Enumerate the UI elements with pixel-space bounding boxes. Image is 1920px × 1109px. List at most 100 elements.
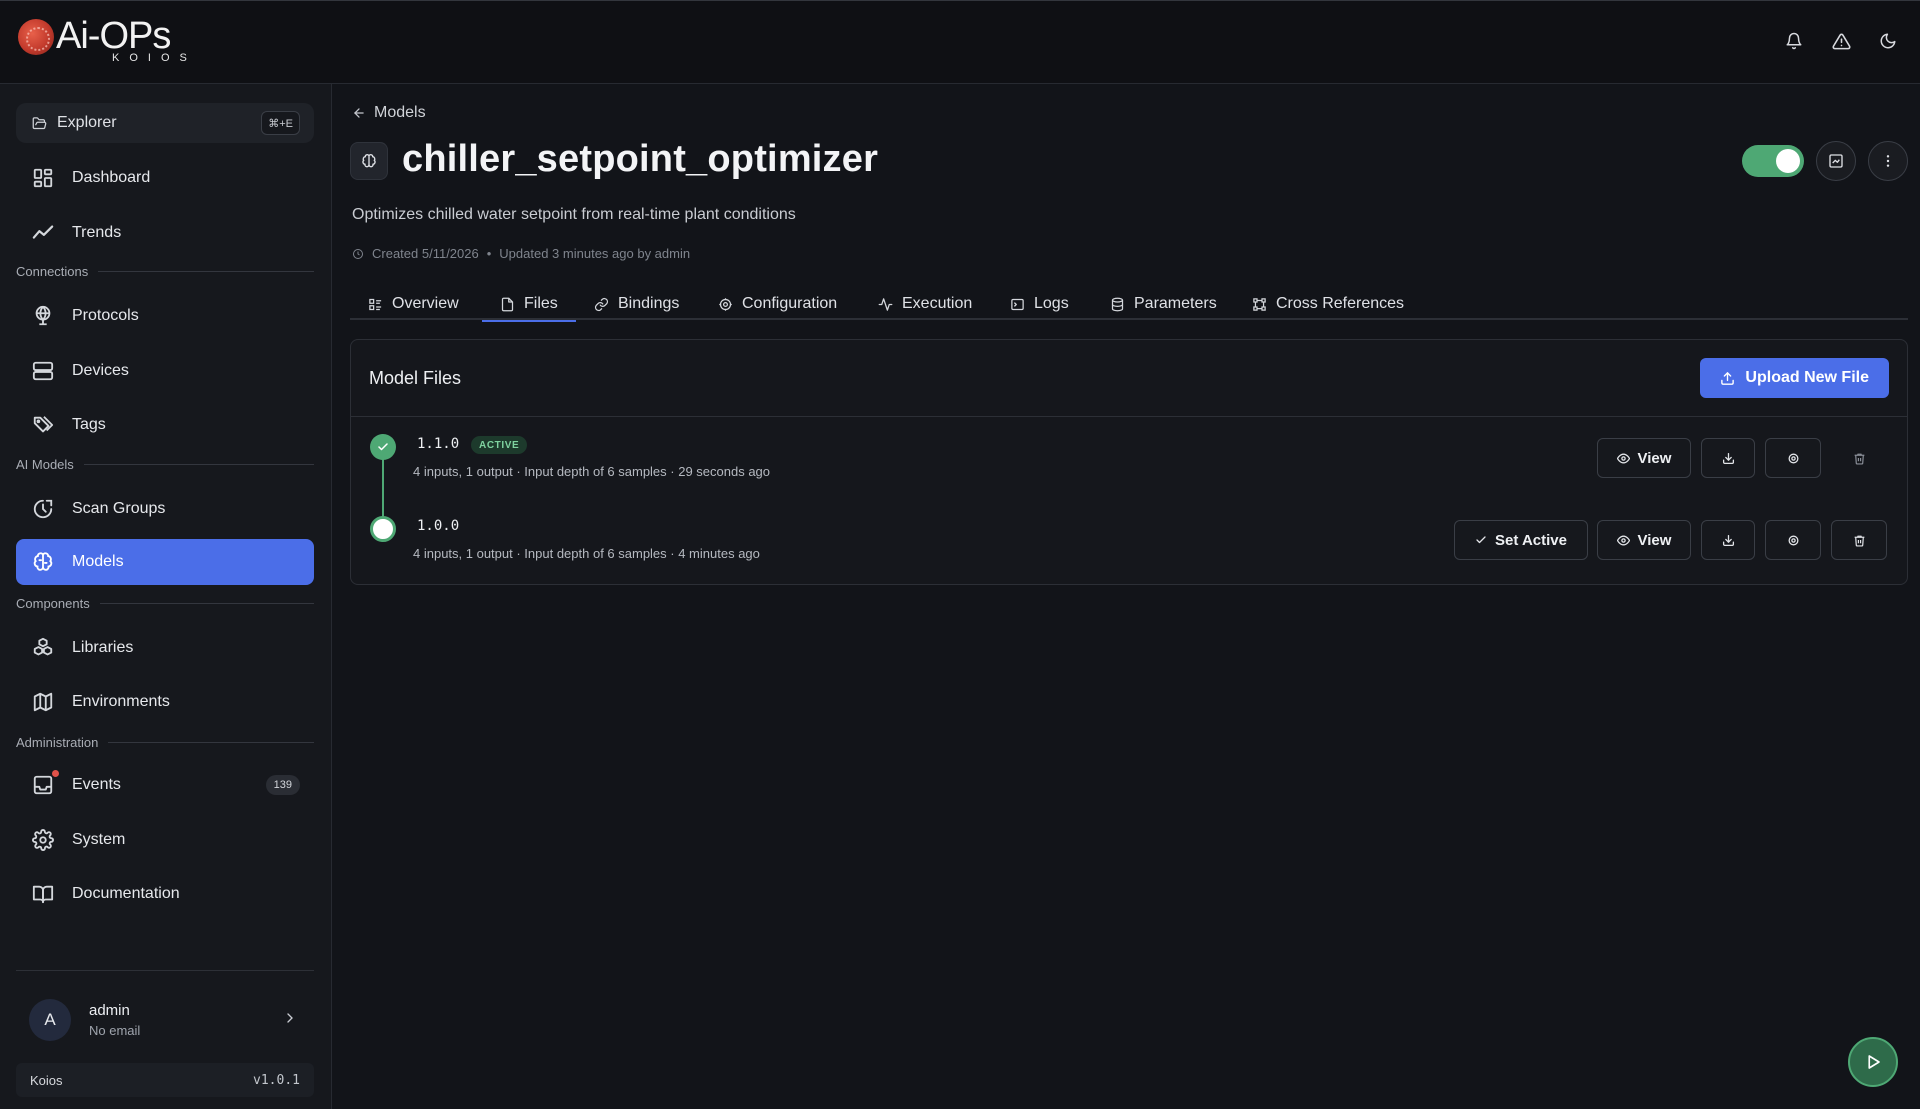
more-options-button[interactable]: [1868, 141, 1908, 181]
sidebar-item-events[interactable]: Events 139: [16, 762, 314, 808]
notification-dot: [52, 770, 59, 777]
cross-references-icon: [1253, 297, 1266, 311]
download-button[interactable]: [1701, 520, 1755, 560]
avatar: A: [29, 999, 71, 1041]
model-description: Optimizes chilled water setpoint from re…: [352, 206, 796, 223]
sidebar: Explorer ⌘+E Dashboard Trends Connection…: [0, 84, 332, 1109]
version-footer: Koios v1.0.1: [16, 1063, 314, 1097]
dashboard-icon: [30, 165, 56, 191]
alert-triangle-icon[interactable]: [1829, 29, 1853, 53]
bell-icon[interactable]: [1782, 29, 1806, 53]
database-icon: [1111, 297, 1124, 311]
overview-icon: [369, 298, 382, 310]
version-number: 1.1.0: [417, 436, 460, 452]
chart-icon: [1829, 154, 1843, 168]
chevron-right-icon: [282, 1010, 298, 1031]
delete-button-disabled[interactable]: [1831, 438, 1887, 478]
sidebar-item-environments[interactable]: Environments: [16, 679, 314, 725]
sidebar-item-protocols[interactable]: Protocols: [16, 293, 314, 339]
tab-logs[interactable]: Logs: [1010, 288, 1069, 320]
delete-button[interactable]: [1831, 520, 1887, 560]
page-title: chiller_setpoint_optimizer: [402, 138, 879, 180]
sidebar-item-label: Events: [72, 776, 121, 793]
sidebar-item-system[interactable]: System: [16, 817, 314, 863]
gear-icon: [1788, 453, 1798, 463]
tab-cross-references[interactable]: Cross References: [1252, 288, 1404, 320]
tab-bar: Overview Files Bindings Configuration Ex…: [350, 288, 1908, 322]
view-button[interactable]: View: [1597, 520, 1691, 560]
footer-app-name: Koios: [30, 1072, 63, 1088]
arrow-left-icon: [354, 108, 364, 118]
sidebar-item-label: Dashboard: [72, 169, 151, 186]
breadcrumb[interactable]: Models: [352, 104, 426, 122]
check-icon: [370, 434, 396, 460]
protocols-icon: [30, 303, 56, 329]
model-enabled-toggle[interactable]: [1742, 145, 1804, 177]
download-button[interactable]: [1701, 438, 1755, 478]
sidebar-item-label: Protocols: [72, 307, 139, 324]
eye-icon: [1616, 453, 1630, 463]
card-title: Model Files: [369, 368, 462, 388]
tab-execution[interactable]: Execution: [878, 288, 972, 320]
tab-configuration[interactable]: Configuration: [718, 288, 837, 320]
sidebar-item-label: Devices: [72, 362, 129, 379]
user-email: No email: [89, 1023, 141, 1038]
explorer-button[interactable]: Explorer ⌘+E: [16, 103, 314, 143]
sidebar-item-label: Documentation: [72, 885, 180, 902]
view-button[interactable]: View: [1597, 438, 1691, 478]
breadcrumb-label: Models: [374, 104, 426, 121]
more-vertical-icon: [1886, 155, 1890, 167]
run-button[interactable]: [1848, 1037, 1898, 1087]
sidebar-item-scan-groups[interactable]: Scan Groups: [16, 486, 314, 532]
clock-icon: [353, 248, 363, 259]
model-brain-icon: [350, 142, 388, 180]
map-icon: [30, 689, 56, 715]
meta-separator: •: [486, 246, 492, 261]
tab-overview[interactable]: Overview: [368, 288, 459, 320]
chart-button[interactable]: [1816, 141, 1856, 181]
sidebar-item-libraries[interactable]: Libraries: [16, 625, 314, 671]
events-count-badge: 139: [265, 775, 300, 795]
tags-icon: [30, 412, 56, 438]
download-icon: [1722, 534, 1734, 546]
check-icon: [1476, 536, 1486, 544]
libraries-icon: [30, 635, 56, 661]
sidebar-item-label: Scan Groups: [72, 500, 166, 517]
settings-button[interactable]: [1765, 438, 1821, 478]
sidebar-item-label: Environments: [72, 693, 170, 710]
sidebar-item-dashboard[interactable]: Dashboard: [16, 155, 314, 201]
sidebar-item-label: Models: [72, 553, 124, 570]
sidebar-item-documentation[interactable]: Documentation: [16, 871, 314, 917]
scan-groups-icon: [30, 496, 56, 522]
sidebar-item-devices[interactable]: Devices: [16, 348, 314, 394]
inactive-version-node: [370, 516, 396, 542]
version-number: 1.0.0: [417, 518, 460, 534]
brain-icon: [30, 549, 56, 575]
settings-button[interactable]: [1765, 520, 1821, 560]
devices-icon: [30, 358, 56, 384]
trends-icon: [30, 220, 56, 246]
trash-icon: [1854, 453, 1864, 465]
trash-icon: [1854, 535, 1864, 547]
logo-text: Ai-OPs: [56, 15, 171, 57]
upload-label: Upload New File: [1745, 369, 1869, 386]
user-menu[interactable]: A admin No email: [16, 992, 314, 1048]
section-ai-models: AI Models: [16, 456, 314, 472]
status-badge: ACTIVE: [471, 436, 528, 454]
tab-parameters[interactable]: Parameters: [1110, 288, 1217, 320]
upload-icon: [1721, 371, 1735, 385]
set-active-button[interactable]: Set Active: [1454, 520, 1588, 560]
upload-new-file-button[interactable]: Upload New File: [1700, 358, 1889, 398]
explorer-label: Explorer: [57, 114, 117, 131]
user-name: admin: [89, 1002, 130, 1019]
model-meta: Created 5/11/2026 • Updated 3 minutes ag…: [352, 246, 690, 261]
moon-icon[interactable]: [1876, 29, 1900, 53]
explorer-shortcut: ⌘+E: [261, 111, 300, 135]
tab-bindings[interactable]: Bindings: [594, 288, 679, 320]
sidebar-item-trends[interactable]: Trends: [16, 210, 314, 256]
sidebar-item-tags[interactable]: Tags: [16, 402, 314, 448]
app-logo[interactable]: Ai-OPs KOIOS: [18, 17, 197, 64]
play-icon: [1868, 1055, 1880, 1069]
sidebar-item-models[interactable]: Models: [16, 539, 314, 585]
tab-files[interactable]: Files: [482, 288, 576, 322]
